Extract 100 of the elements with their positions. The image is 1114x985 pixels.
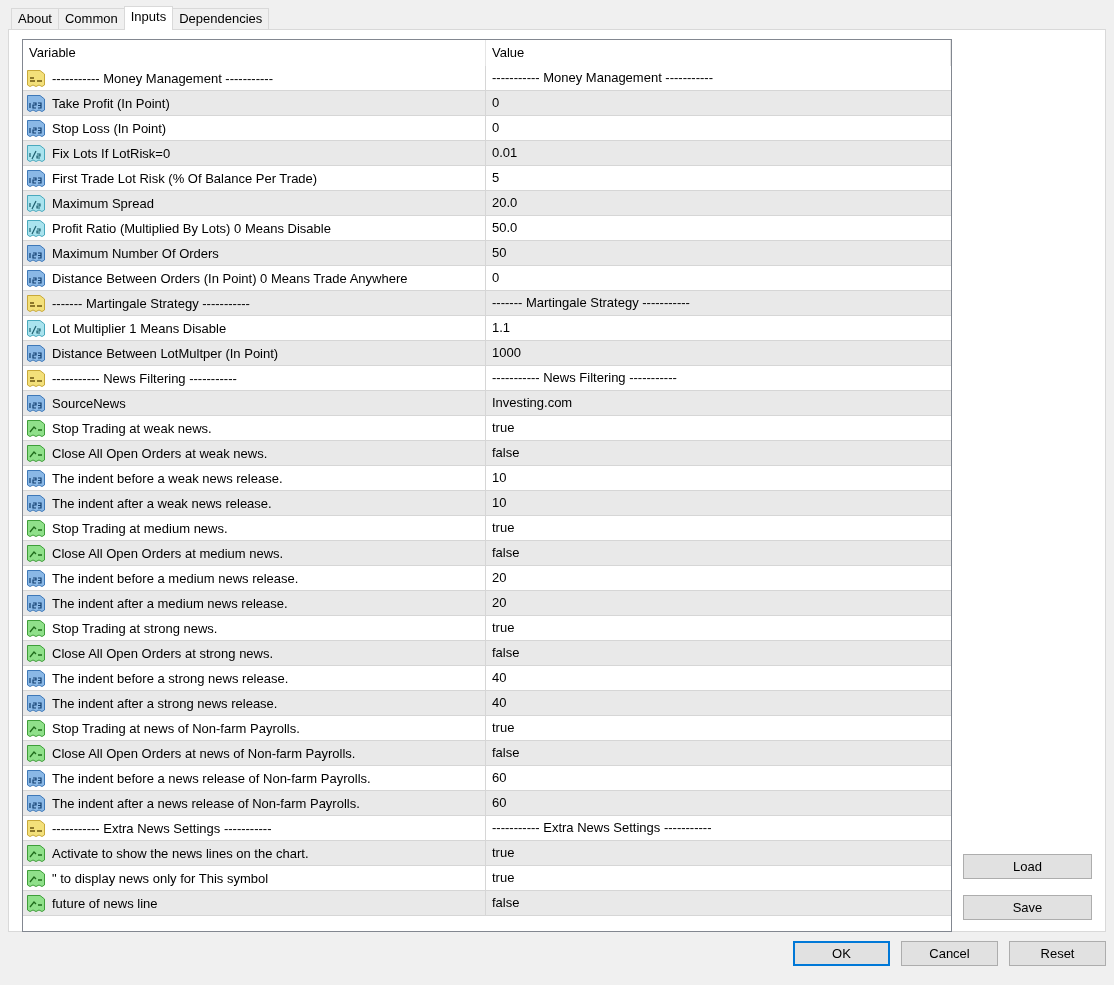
value-cell[interactable]: true	[486, 516, 951, 540]
dialog-button[interactable]: Reset	[1009, 941, 1106, 966]
value-cell[interactable]: true	[486, 716, 951, 740]
variable-name: Close All Open Orders at weak news.	[52, 445, 268, 461]
value-cell[interactable]: 0.01	[486, 141, 951, 165]
text-type-icon	[26, 368, 46, 388]
value-cell[interactable]: 1.1	[486, 316, 951, 340]
table-row[interactable]: Maximum Number Of Orders 50	[23, 241, 951, 266]
table-row[interactable]: The indent after a medium news release. 20	[23, 591, 951, 616]
tab[interactable]: Dependencies	[172, 8, 270, 29]
variable-name: Close All Open Orders at news of Non-farm Payrolls.	[52, 745, 356, 761]
variable-name: ----------- Extra News Settings -----------	[52, 820, 272, 836]
text-type-icon	[26, 818, 46, 838]
variable-name: Lot Multiplier 1 Means Disable	[52, 320, 227, 336]
value-cell[interactable]: true	[486, 616, 951, 640]
value-cell[interactable]: true	[486, 866, 951, 890]
table-row[interactable]: The indent before a weak news release. 10	[23, 466, 951, 491]
table-row[interactable]: Distance Between LotMultper (In Point) 1000	[23, 341, 951, 366]
value-cell[interactable]: 5	[486, 166, 951, 190]
table-row[interactable]: ----------- News Filtering ----------- ----------- News Filtering -----------	[23, 366, 951, 391]
table-row[interactable]: Maximum Spread 20.0	[23, 191, 951, 216]
integer-type-icon	[26, 268, 46, 288]
value-cell[interactable]: 20	[486, 591, 951, 615]
value-cell[interactable]: false	[486, 641, 951, 665]
table-row[interactable]: Profit Ratio (Multiplied By Lots) 0 Means Disable 50.0	[23, 216, 951, 241]
table-row[interactable]: The indent before a medium news release. 20	[23, 566, 951, 591]
boolean-type-icon	[26, 893, 46, 913]
dialog-button[interactable]: OK	[793, 941, 890, 966]
value-cell[interactable]: 50	[486, 241, 951, 265]
value-cell[interactable]: true	[486, 416, 951, 440]
value-cell[interactable]: false	[486, 541, 951, 565]
table-row[interactable]: Close All Open Orders at weak news. false	[23, 441, 951, 466]
value-cell[interactable]: 60	[486, 791, 951, 815]
table-row[interactable]: ------- Martingale Strategy ----------- ------- Martingale Strategy -----------	[23, 291, 951, 316]
variable-name: Stop Trading at strong news.	[52, 620, 218, 636]
table-row[interactable]: Take Profit (In Point) 0	[23, 91, 951, 116]
variable-name: The indent after a news release of Non-farm Payrolls.	[52, 795, 360, 811]
value-cell[interactable]: ------- Martingale Strategy -----------	[486, 291, 951, 315]
value-cell[interactable]: 0	[486, 91, 951, 115]
table-row[interactable]: Close All Open Orders at news of Non-farm Payrolls. false	[23, 741, 951, 766]
side-button[interactable]: Save	[963, 895, 1092, 920]
value-cell[interactable]: 10	[486, 466, 951, 490]
table-row[interactable]: future of news line false	[23, 891, 951, 916]
table-row[interactable]: Activate to show the news lines on the chart. true	[23, 841, 951, 866]
table-row[interactable]: SourceNews Investing.com	[23, 391, 951, 416]
value-cell[interactable]: 1000	[486, 341, 951, 365]
boolean-type-icon	[26, 618, 46, 638]
side-button[interactable]: Load	[963, 854, 1092, 879]
variable-name: SourceNews	[52, 395, 126, 411]
table-row[interactable]: The indent before a news release of Non-farm Payrolls. 60	[23, 766, 951, 791]
variable-name: ----------- Money Management -----------	[52, 70, 273, 86]
value-cell[interactable]: 20	[486, 566, 951, 590]
value-cell[interactable]: 50.0	[486, 216, 951, 240]
table-row[interactable]: Stop Trading at strong news. true	[23, 616, 951, 641]
table-row[interactable]: Stop Loss (In Point) 0	[23, 116, 951, 141]
value-cell[interactable]: ----------- News Filtering -----------	[486, 366, 951, 390]
integer-type-icon	[26, 768, 46, 788]
variable-name: Distance Between Orders (In Point) 0 Means Trade Anywhere	[52, 270, 408, 286]
value-cell[interactable]: Investing.com	[486, 391, 951, 415]
value-cell[interactable]: 0	[486, 266, 951, 290]
dialog-button[interactable]: Cancel	[901, 941, 998, 966]
table-row[interactable]: ----------- Money Management ----------- ----------- Money Management -----------	[23, 66, 951, 91]
value-cell[interactable]: false	[486, 891, 951, 915]
variable-name: Profit Ratio (Multiplied By Lots) 0 Means Disable	[52, 220, 331, 236]
table-row[interactable]: Stop Trading at news of Non-farm Payrolls. true	[23, 716, 951, 741]
table-row[interactable]: The indent after a strong news release. 40	[23, 691, 951, 716]
value-cell[interactable]: 20.0	[486, 191, 951, 215]
value-cell[interactable]: 60	[486, 766, 951, 790]
boolean-type-icon	[26, 543, 46, 563]
value-cell[interactable]: 40	[486, 691, 951, 715]
table-row[interactable]: Close All Open Orders at strong news. false	[23, 641, 951, 666]
table-row[interactable]: Distance Between Orders (In Point) 0 Means Trade Anywhere 0	[23, 266, 951, 291]
table-row[interactable]: Stop Trading at weak news. true	[23, 416, 951, 441]
value-cell[interactable]: false	[486, 441, 951, 465]
value-cell[interactable]: false	[486, 741, 951, 765]
table-row[interactable]: The indent before a strong news release. 40	[23, 666, 951, 691]
variable-name: The indent before a medium news release.	[52, 570, 299, 586]
table-row[interactable]: The indent after a weak news release. 10	[23, 491, 951, 516]
table-row[interactable]: ----------- Extra News Settings ----------- ----------- Extra News Settings -----------	[23, 816, 951, 841]
value-cell[interactable]: ----------- Money Management -----------	[486, 66, 951, 90]
table-row[interactable]: Close All Open Orders at medium news. false	[23, 541, 951, 566]
value-cell[interactable]: 0	[486, 116, 951, 140]
table-row[interactable]: " to display news only for This symbol true	[23, 866, 951, 891]
tab[interactable]: About	[11, 8, 59, 29]
value-cell[interactable]: true	[486, 841, 951, 865]
boolean-type-icon	[26, 518, 46, 538]
decimal-type-icon	[26, 218, 46, 238]
table-row[interactable]: First Trade Lot Risk (% Of Balance Per Trade) 5	[23, 166, 951, 191]
table-row[interactable]: Fix Lots If LotRisk=0 0.01	[23, 141, 951, 166]
value-cell[interactable]: 10	[486, 491, 951, 515]
table-row[interactable]: The indent after a news release of Non-farm Payrolls. 60	[23, 791, 951, 816]
value-cell[interactable]: ----------- Extra News Settings -----------	[486, 816, 951, 840]
variable-name: Stop Trading at news of Non-farm Payrolls.	[52, 720, 300, 736]
table-row[interactable]: Lot Multiplier 1 Means Disable 1.1	[23, 316, 951, 341]
table-row[interactable]: Stop Trading at medium news. true	[23, 516, 951, 541]
decimal-type-icon	[26, 143, 46, 163]
integer-type-icon	[26, 493, 46, 513]
variable-name: Stop Trading at medium news.	[52, 520, 228, 536]
tab[interactable]: Inputs	[123, 6, 174, 30]
value-cell[interactable]: 40	[486, 666, 951, 690]
